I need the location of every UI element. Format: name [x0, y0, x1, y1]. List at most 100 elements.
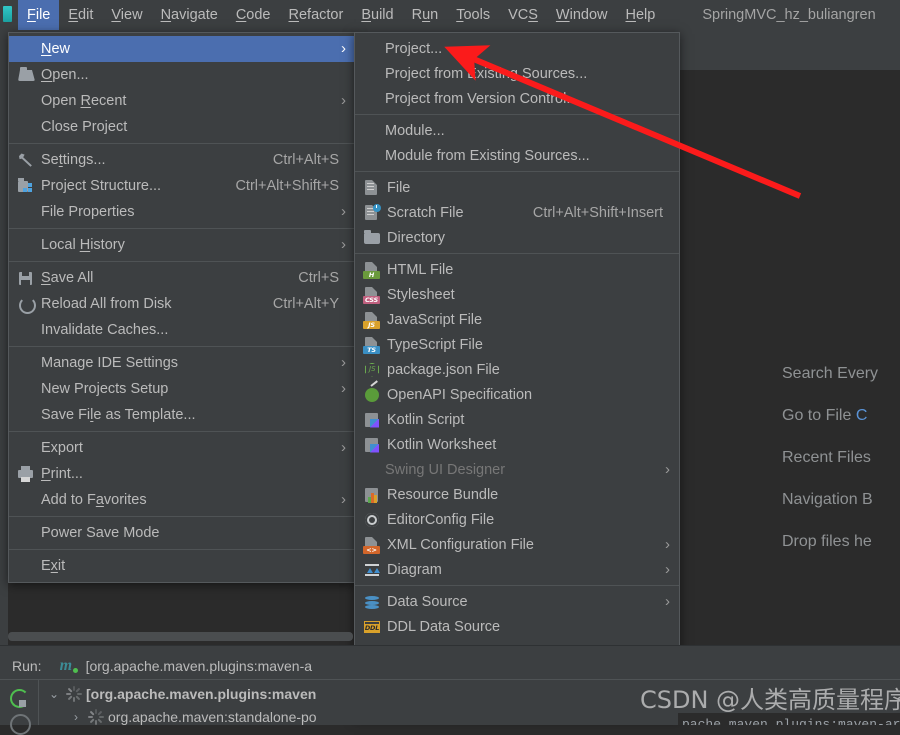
menu-item-project-from-existing-sources[interactable]: Project from Existing Sources... — [355, 61, 679, 86]
menu-item-project-from-version-control[interactable]: Project from Version Control... — [355, 86, 679, 111]
file-menu-popup[interactable]: New › Open... Open Recent › Close Project Sett… — [8, 32, 356, 583]
menu-item-print[interactable]: Print... — [9, 461, 355, 487]
menubar-item-tools[interactable]: Tools — [447, 0, 499, 30]
horizontal-scrollbar[interactable] — [8, 632, 353, 641]
chevron-right-icon: › — [665, 592, 670, 610]
menu-item-label: Open Recent — [41, 93, 127, 109]
reload-icon — [17, 295, 36, 314]
menubar-item-code[interactable]: Code — [227, 0, 280, 30]
menu-item-scratch-file[interactable]: Scratch File Ctrl+Alt+Shift+Insert — [355, 200, 679, 225]
menu-item-close-project[interactable]: Close Project — [9, 114, 355, 140]
run-tree-node[interactable]: › org.apache.maven:standalone-po — [68, 709, 317, 725]
menubar-item-window[interactable]: Window — [547, 0, 617, 30]
spinner-icon — [66, 686, 82, 702]
menu-separator — [9, 516, 355, 517]
resource-bundle-icon — [363, 486, 381, 504]
openapi-icon — [363, 386, 381, 404]
rerun-icon[interactable] — [9, 688, 29, 708]
menu-item-open-recent[interactable]: Open Recent › — [9, 88, 355, 114]
menubar-item-vcs[interactable]: VCS — [499, 0, 547, 30]
menu-item-invalidate-caches[interactable]: Invalidate Caches... — [9, 317, 355, 343]
menu-item-ddl-data-source[interactable]: DDL DDL Data Source — [355, 614, 679, 639]
xml-file-icon: <> — [363, 536, 381, 554]
menu-item-project[interactable]: Project... — [355, 36, 679, 61]
menu-item-label: Project Structure... — [41, 178, 162, 194]
editor-hint-navigation-b: Navigation B — [782, 491, 900, 509]
menu-item-directory[interactable]: Directory — [355, 225, 679, 250]
menu-item-label: Module... — [385, 122, 445, 139]
menubar-item-edit[interactable]: Edit — [59, 0, 102, 30]
menu-separator — [9, 549, 355, 550]
run-tree-node[interactable]: ⌄ [org.apache.maven.plugins:maven — [46, 686, 316, 702]
editor-hint-text: Go to File — [782, 407, 856, 424]
menu-item-label: Project... — [385, 40, 443, 57]
menu-item-power-save-mode[interactable]: Power Save Mode — [9, 520, 355, 546]
menu-item-typescript-file[interactable]: TS TypeScript File — [355, 332, 679, 357]
menu-item-label: Resource Bundle — [387, 486, 499, 503]
scratch-file-icon — [363, 203, 381, 222]
menu-item-file[interactable]: File — [355, 175, 679, 200]
menu-item-openapi-specification[interactable]: OpenAPI Specification — [355, 382, 679, 407]
menu-item-file-properties[interactable]: File Properties › — [9, 199, 355, 225]
chevron-right-icon: › — [341, 203, 346, 220]
project-structure-icon — [17, 177, 35, 195]
menu-item-new[interactable]: New › — [9, 36, 355, 62]
menu-item-swing-ui-designer[interactable]: Swing UI Designer › — [355, 457, 679, 482]
menu-item-label: Project from Existing Sources... — [385, 65, 588, 82]
menubar-item-label: Tools — [456, 7, 491, 23]
menu-item-export[interactable]: Export › — [9, 435, 355, 461]
menu-item-local-history[interactable]: Local History › — [9, 232, 355, 258]
menu-item-open[interactable]: Open... — [9, 62, 355, 88]
menu-item-save-all[interactable]: Save All Ctrl+S — [9, 265, 355, 291]
editor-hints: Search Every Go to File C Recent Files Navi… — [782, 365, 900, 575]
menu-item-save-file-as-template[interactable]: Save File as Template... — [9, 402, 355, 428]
menu-item-kotlin-script[interactable]: Kotlin Script — [355, 407, 679, 432]
menu-item-label: Add to Favorites — [41, 492, 147, 508]
editor-hint-text: Recent Files — [782, 449, 871, 466]
menu-item-label: Scratch File — [387, 204, 464, 221]
menubar-item-help[interactable]: Help — [616, 0, 664, 30]
menu-item-editorconfig-file[interactable]: EditorConfig File — [355, 507, 679, 532]
menu-item-label: Stylesheet — [387, 286, 455, 303]
typescript-file-icon: TS — [363, 336, 381, 354]
chevron-right-icon[interactable]: › — [68, 710, 84, 724]
menu-item-diagram[interactable]: Diagram › — [355, 557, 679, 582]
menubar-item-label: Window — [555, 7, 608, 23]
editor-hint-text: Navigation B — [782, 491, 873, 508]
menubar-item-view[interactable]: View — [102, 0, 151, 30]
menu-item-project-structure[interactable]: Project Structure... Ctrl+Alt+Shift+S — [9, 173, 355, 199]
menu-item-javascript-file[interactable]: JS JavaScript File — [355, 307, 679, 332]
menu-item-resource-bundle[interactable]: Resource Bundle — [355, 482, 679, 507]
menu-item-xml-configuration-file[interactable]: <> XML Configuration File › — [355, 532, 679, 557]
menu-item-settings[interactable]: Settings... Ctrl+Alt+S — [9, 147, 355, 173]
menu-item-shortcut: Ctrl+Alt+Shift+S — [235, 178, 339, 194]
chevron-down-icon[interactable]: ⌄ — [46, 687, 62, 701]
menu-item-reload-all-from-disk[interactable]: Reload All from Disk Ctrl+Alt+Y — [9, 291, 355, 317]
menu-item-module[interactable]: Module... — [355, 118, 679, 143]
menubar-item-refactor[interactable]: Refactor — [280, 0, 353, 30]
menubar-item-build[interactable]: Build — [352, 0, 402, 30]
menubar-item-label: Refactor — [288, 7, 344, 23]
stop-icon[interactable] — [10, 714, 31, 735]
menu-item-stylesheet[interactable]: CSS Stylesheet — [355, 282, 679, 307]
menubar-item-label: View — [111, 7, 143, 23]
menu-item-label: XML Configuration File — [387, 536, 534, 553]
menu-item-label: Exit — [41, 558, 66, 574]
menu-item-data-source[interactable]: Data Source › — [355, 589, 679, 614]
menubar-item-file[interactable]: File — [18, 0, 60, 30]
menu-item-module-from-existing-sources[interactable]: Module from Existing Sources... — [355, 143, 679, 168]
menu-item-package-json-file[interactable]: JS package.json File — [355, 357, 679, 382]
menu-item-html-file[interactable]: H HTML File — [355, 257, 679, 282]
run-gutter — [0, 680, 39, 735]
menu-item-label: New Projects Setup — [41, 381, 169, 397]
menubar-item-navigate[interactable]: Navigate — [152, 0, 227, 30]
menubar-item-run[interactable]: Run — [403, 0, 448, 30]
new-submenu-popup[interactable]: Project... Project from Existing Sources.… — [354, 32, 680, 718]
menu-item-new-projects-setup[interactable]: New Projects Setup › — [9, 376, 355, 402]
menu-item-label: Save File as Template... — [41, 407, 196, 423]
menu-item-manage-ide-settings[interactable]: Manage IDE Settings › — [9, 350, 355, 376]
chevron-right-icon: › — [665, 460, 670, 478]
menu-item-add-to-favorites[interactable]: Add to Favorites › — [9, 487, 355, 513]
menu-item-exit[interactable]: Exit — [9, 553, 355, 579]
menu-item-kotlin-worksheet[interactable]: Kotlin Worksheet — [355, 432, 679, 457]
